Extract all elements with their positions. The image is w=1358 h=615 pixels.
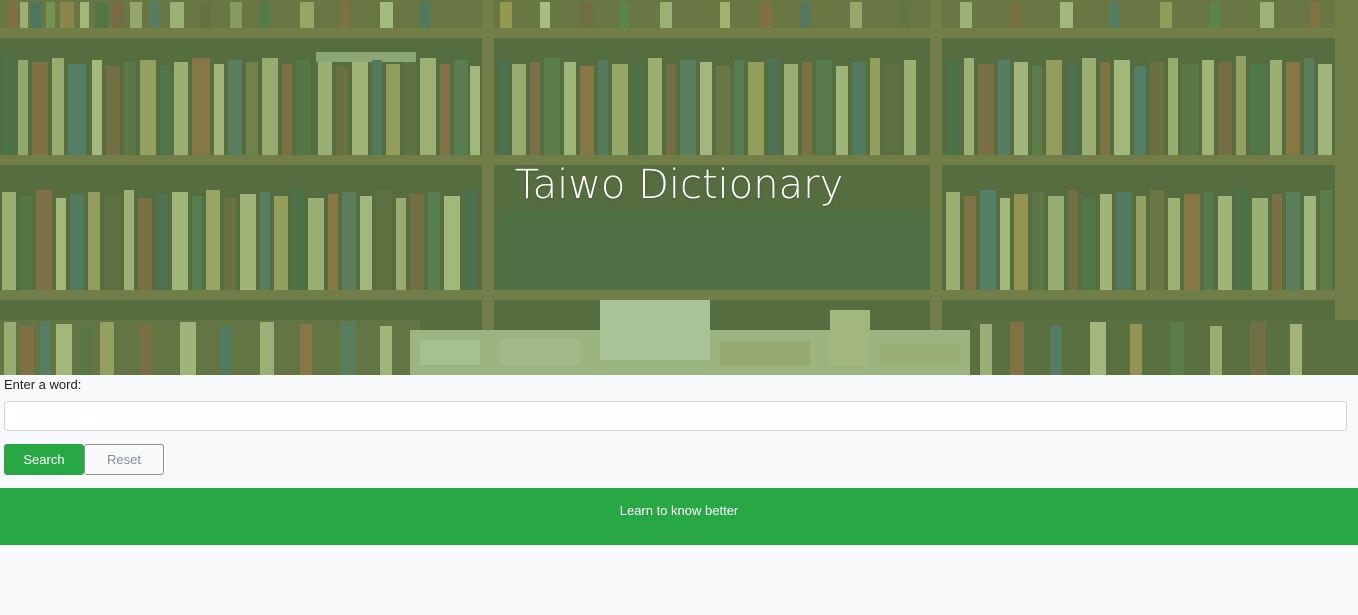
reset-button[interactable]: Reset [84, 444, 164, 475]
hero-banner: Taiwo Dictionary [0, 0, 1358, 375]
search-form: Enter a word: Search Reset [4, 377, 1347, 475]
site-title: Taiwo Dictionary [514, 162, 844, 208]
word-input[interactable] [4, 401, 1347, 431]
search-button[interactable]: Search [4, 444, 84, 475]
word-input-label: Enter a word: [4, 377, 82, 392]
tagline-banner: Learn to know better [0, 488, 1358, 545]
tagline-text: Learn to know better [619, 503, 739, 518]
